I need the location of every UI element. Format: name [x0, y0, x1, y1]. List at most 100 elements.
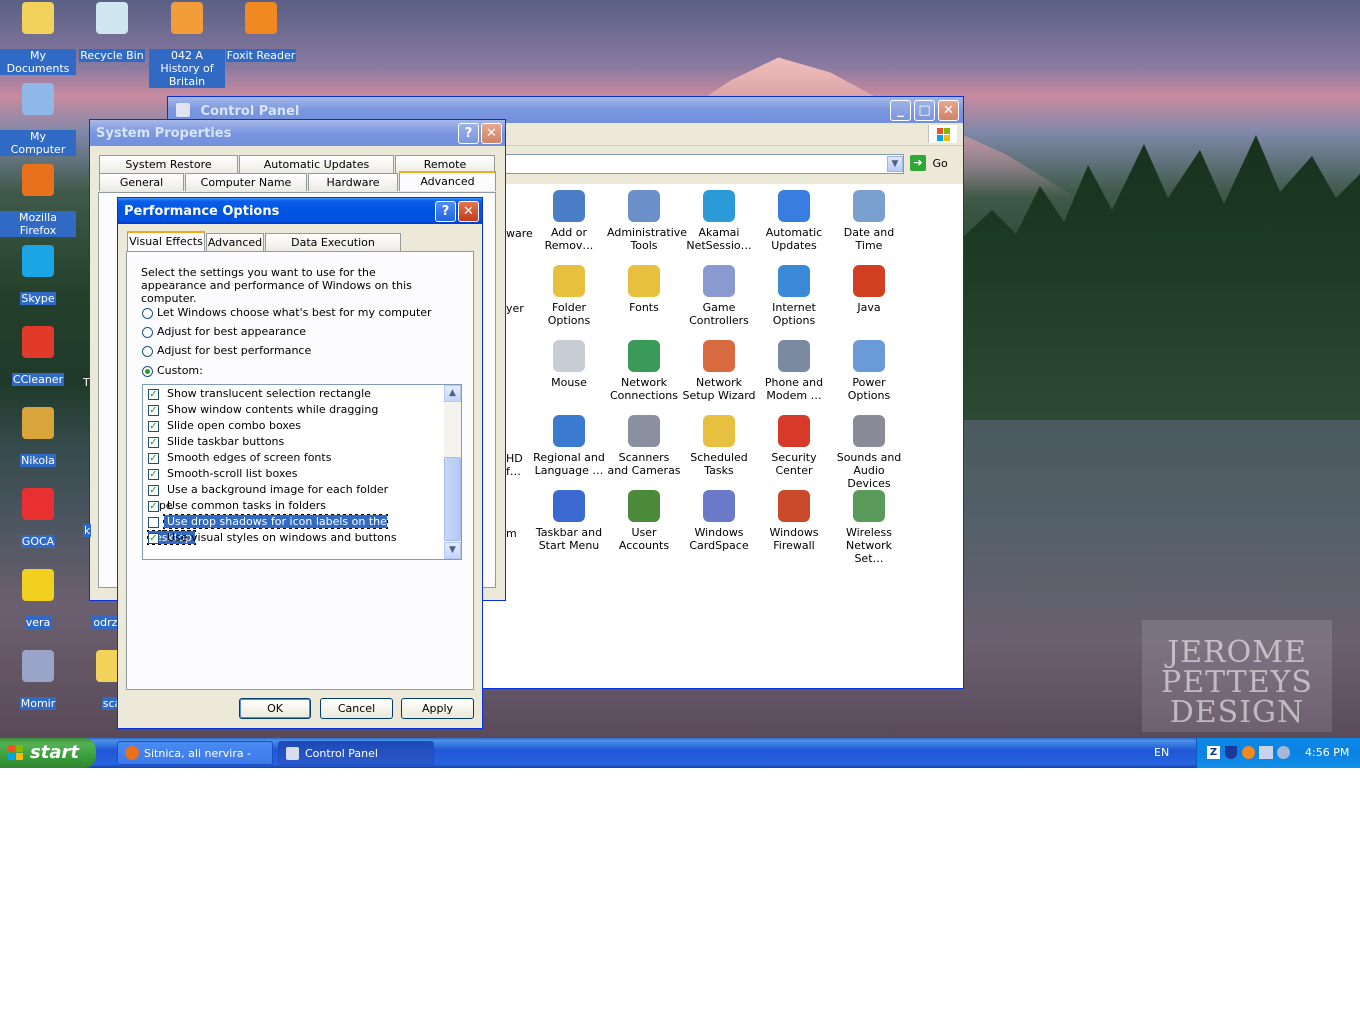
- radio-button[interactable]: [142, 345, 153, 357]
- zonealarm-icon[interactable]: Z: [1207, 746, 1220, 759]
- cancel-button[interactable]: Cancel: [320, 698, 393, 719]
- control-panel-item[interactable]: Administrative Tools: [607, 190, 687, 252]
- control-panel-item[interactable]: Network Connections: [607, 340, 681, 402]
- control-panel-item[interactable]: Scheduled Tasks: [682, 415, 756, 477]
- checkbox[interactable]: ✓: [148, 500, 159, 512]
- control-panel-item[interactable]: Phone and Modem …: [757, 340, 831, 402]
- desktop-icon[interactable]: Recycle Bin: [74, 2, 150, 62]
- visual-effect-option[interactable]: ✓ Show translucent selection rectangle: [148, 386, 408, 402]
- visual-effect-option[interactable]: ✓ Use a background image for each folder …: [148, 482, 408, 512]
- performance-options-titlebar[interactable]: Performance Options: [118, 198, 482, 224]
- control-panel-item[interactable]: Folder Options: [532, 265, 606, 327]
- control-panel-item[interactable]: Windows Firewall: [757, 490, 831, 552]
- control-panel-item[interactable]: Game Controllers: [682, 265, 756, 327]
- visual-effect-option[interactable]: ✓ Smooth-scroll list boxes: [148, 466, 408, 482]
- language-indicator[interactable]: EN: [1154, 746, 1169, 759]
- radio-option[interactable]: Adjust for best performance: [142, 344, 462, 360]
- control-panel-item[interactable]: Security Center: [757, 415, 831, 477]
- radio-option[interactable]: Custom:: [142, 364, 462, 380]
- desktop-icon[interactable]: Foxit Reader: [223, 2, 299, 62]
- display-settings-icon[interactable]: [1277, 746, 1290, 759]
- control-panel-item[interactable]: Automatic Updates: [757, 190, 831, 252]
- checkbox[interactable]: [148, 516, 159, 528]
- desktop-icon[interactable]: CCleaner: [0, 326, 76, 386]
- desktop-icon[interactable]: My Documents: [0, 2, 76, 75]
- tab-hardware[interactable]: Hardware: [308, 173, 398, 191]
- visual-effect-option[interactable]: ✓ Slide taskbar buttons: [148, 434, 408, 450]
- tab-general[interactable]: General: [99, 173, 184, 191]
- tab-advanced[interactable]: Advanced: [206, 233, 264, 251]
- desktop-icon[interactable]: GOCA: [0, 488, 76, 548]
- shield-icon[interactable]: [1225, 746, 1237, 759]
- apply-button[interactable]: Apply: [401, 698, 474, 719]
- taskbar-button-firefox[interactable]: Sitnica, ali nervira - M...: [117, 741, 273, 784]
- checkbox[interactable]: ✓: [148, 388, 159, 400]
- control-panel-item[interactable]: Sounds and Audio Devices: [832, 415, 906, 490]
- checkbox[interactable]: ✓: [148, 532, 159, 544]
- control-panel-item[interactable]: Wireless Network Set…: [832, 490, 906, 565]
- minimize-button[interactable]: _: [890, 100, 911, 121]
- network-icon[interactable]: [1259, 746, 1273, 759]
- tab-advanced[interactable]: Advanced: [399, 171, 496, 191]
- tab-automatic-updates[interactable]: Automatic Updates: [239, 155, 394, 173]
- list-scrollbar[interactable]: ▲ ▼: [444, 385, 461, 559]
- radio-button[interactable]: [142, 365, 153, 377]
- control-panel-item[interactable]: User Accounts: [607, 490, 681, 552]
- help-button[interactable]: ?: [458, 123, 479, 144]
- avast-icon[interactable]: [1242, 746, 1255, 759]
- ok-button[interactable]: OK: [239, 698, 311, 719]
- control-panel-item[interactable]: Taskbar and Start Menu: [532, 490, 606, 552]
- close-button[interactable]: ✕: [481, 123, 502, 144]
- control-panel-item[interactable]: Power Options: [832, 340, 906, 402]
- close-button[interactable]: ✕: [938, 100, 959, 121]
- control-panel-item[interactable]: Network Setup Wizard: [682, 340, 756, 402]
- control-panel-item[interactable]: Internet Options: [757, 265, 831, 327]
- scroll-down-arrow-icon[interactable]: ▼: [444, 542, 461, 559]
- start-button[interactable]: start: [0, 738, 96, 768]
- visual-effect-option[interactable]: ✓ Use visual styles on windows and button…: [148, 530, 408, 546]
- tab-visual-effects[interactable]: Visual Effects: [127, 231, 205, 251]
- tab-data-execution-prevention[interactable]: Data Execution Prevention: [265, 233, 401, 266]
- visual-effect-option[interactable]: ✓ Show window contents while dragging: [148, 402, 408, 418]
- desktop-icon[interactable]: Nikola: [0, 407, 76, 467]
- desktop-icon[interactable]: Skype: [0, 245, 76, 305]
- taskbar-button-control-panel[interactable]: Control Panel: [278, 741, 434, 765]
- control-panel-item[interactable]: Regional and Language …: [532, 415, 606, 477]
- control-panel-item[interactable]: Add or Remov…: [532, 190, 606, 252]
- control-panel-item[interactable]: Scanners and Cameras: [607, 415, 681, 477]
- control-panel-item[interactable]: Windows CardSpace: [682, 490, 756, 552]
- tab-system-restore[interactable]: System Restore: [99, 155, 238, 173]
- close-button[interactable]: ✕: [458, 201, 479, 222]
- desktop-icon[interactable]: vera: [0, 569, 76, 629]
- maximize-button[interactable]: □: [914, 100, 935, 121]
- desktop-icon[interactable]: Momir: [0, 650, 76, 710]
- control-panel-item[interactable]: Java: [832, 265, 906, 314]
- desktop-icon[interactable]: Mozilla Firefox: [0, 164, 76, 237]
- radio-option[interactable]: Adjust for best appearance: [142, 325, 462, 341]
- visual-effect-option[interactable]: ✓ Slide open combo boxes: [148, 418, 408, 434]
- system-properties-titlebar[interactable]: System Properties: [90, 120, 505, 146]
- control-panel-item[interactable]: Date and Time: [832, 190, 906, 252]
- scroll-up-arrow-icon[interactable]: ▲: [444, 385, 461, 402]
- checkbox[interactable]: ✓: [148, 468, 159, 480]
- address-input[interactable]: [488, 154, 904, 174]
- desktop-icon[interactable]: My Computer: [0, 83, 76, 156]
- radio-option[interactable]: Let Windows choose what's best for my co…: [142, 306, 462, 322]
- scroll-thumb[interactable]: [444, 457, 461, 541]
- clock[interactable]: 4:56 PM: [1305, 746, 1349, 759]
- help-button[interactable]: ?: [435, 201, 456, 222]
- go-button[interactable]: ➔ Go: [910, 155, 954, 173]
- tab-computer-name[interactable]: Computer Name: [185, 173, 307, 191]
- checkbox[interactable]: ✓: [148, 420, 159, 432]
- checkbox[interactable]: ✓: [148, 404, 159, 416]
- radio-button[interactable]: [142, 307, 153, 319]
- radio-button[interactable]: [142, 326, 153, 338]
- control-panel-item[interactable]: Fonts: [607, 265, 681, 314]
- control-panel-item[interactable]: Akamai NetSessio…: [682, 190, 756, 252]
- desktop-icon[interactable]: 042 A History of Britain: [149, 2, 225, 88]
- visual-effect-option[interactable]: Use drop shadows for icon labels on the …: [147, 514, 408, 545]
- visual-effect-option[interactable]: ✓ Smooth edges of screen fonts: [148, 450, 408, 466]
- visual-effect-option[interactable]: ✓ Use common tasks in folders: [148, 498, 408, 514]
- checkbox[interactable]: ✓: [148, 484, 159, 496]
- address-dropdown-arrow-icon[interactable]: ▼: [887, 156, 903, 172]
